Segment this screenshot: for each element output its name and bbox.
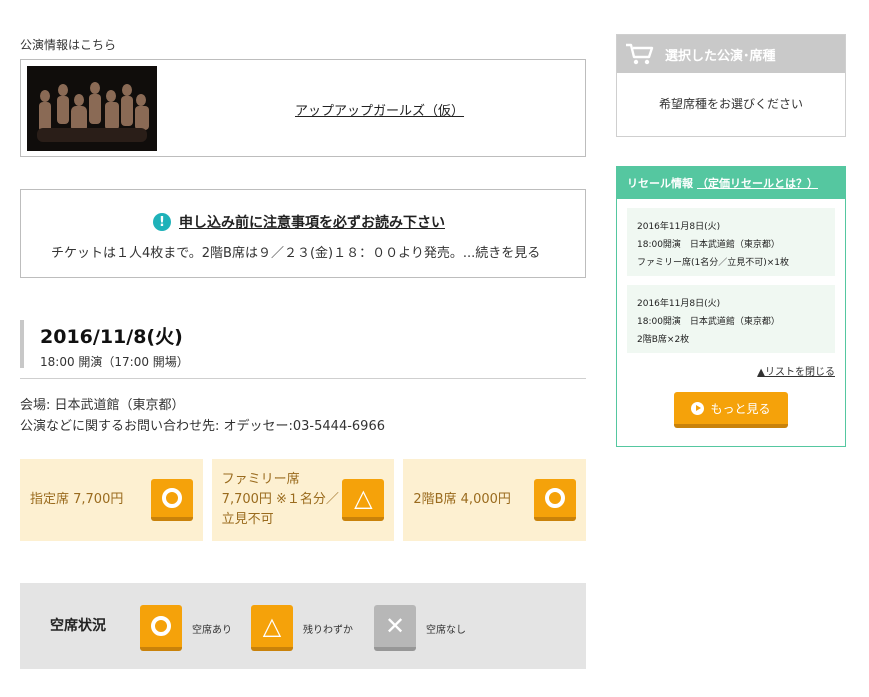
- resale-item[interactable]: 2016年11月8日(火) 18:00開演 日本武道館（東京都） ファミリー席(…: [627, 208, 835, 276]
- notice-header[interactable]: ! 申し込み前に注意事項を必ずお読み下さい: [153, 212, 445, 232]
- resale-item-date: 2016年11月8日(火): [637, 299, 721, 309]
- resale-item-seat: 2階B席×2枚: [637, 335, 690, 345]
- divider: [20, 378, 586, 379]
- legend-sold-out-label: 空席なし: [426, 624, 466, 636]
- notice-title-link[interactable]: 申し込み前に注意事項を必ずお読み下さい: [179, 212, 445, 232]
- legend-few-left-label: 残りわずか: [303, 624, 353, 636]
- exclamation-icon: !: [153, 213, 171, 231]
- resale-item-venue: 18:00開演 日本武道館（東京都）: [637, 240, 780, 250]
- event-time: 18:00 開演（17:00 開場）: [40, 355, 189, 369]
- performer-photo[interactable]: [27, 66, 157, 151]
- seat-status-legend: 空席状況 空席あり △ 残りわずか ✕ 空席なし: [20, 583, 586, 669]
- cart-placeholder: 希望席種をお選びください: [658, 97, 803, 111]
- contact-info: 公演などに関するお問い合わせ先: オデッセー:03-5444-6966: [20, 419, 385, 434]
- cart-title: 選択した公演･席種: [665, 48, 776, 64]
- performance-info-heading: 公演情報はこちら: [20, 38, 117, 52]
- seat-card-reserved[interactable]: 指定席 7,700円: [20, 459, 203, 541]
- event-date-block: 2016/11/8(火) 18:00 開演（17:00 開場）: [20, 320, 586, 369]
- venue-info: 会場: 日本武道館（東京都） 公演などに関するお問い合わせ先: オデッセー:03…: [20, 395, 586, 437]
- close-list-link[interactable]: ▲リストを閉じる: [617, 363, 835, 378]
- triangle-icon: △: [354, 484, 373, 512]
- legend-title: 空席状況: [50, 618, 106, 634]
- selected-seat-box: 選択した公演･席種 希望席種をお選びください: [616, 34, 846, 137]
- cross-icon: ✕: [374, 605, 416, 651]
- sidebar: 選択した公演･席種 希望席種をお選びください リセール情報 （定価リセールとは？…: [616, 34, 846, 447]
- circle-icon: [140, 605, 182, 651]
- notice-text[interactable]: チケットは１人4枚まで。2階B席は９／２３(金)１８：００より発売。...続きを…: [51, 242, 540, 261]
- legend-sold-out: ✕ 空席なし: [374, 605, 466, 651]
- seat-status-button[interactable]: △: [342, 479, 385, 521]
- seat-status-button[interactable]: [150, 479, 193, 521]
- cart-icon: [626, 43, 654, 65]
- resale-title: リセール情報: [627, 177, 693, 190]
- triangle-icon: △: [251, 605, 293, 651]
- seat-card-2f-b[interactable]: 2階B席 4,000円: [403, 459, 587, 541]
- legend-available-label: 空席あり: [192, 624, 232, 636]
- group-photo-image: [27, 66, 157, 151]
- event-date: 2016/11/8(火): [40, 326, 183, 348]
- seat-status-button[interactable]: [534, 479, 577, 521]
- performer-name-link[interactable]: アップアップガールズ（仮）: [295, 100, 464, 119]
- resale-item-seat: ファミリー席(1名分／立見不可)×1枚: [637, 258, 790, 268]
- seat-name: 2階B席 4,000円: [413, 492, 511, 507]
- main-content: 公演情報はこちら アップアップガールズ（仮） ! 申し込み前に注意事項を必ずお読…: [20, 36, 587, 669]
- resale-help-link[interactable]: （定価リセールとは？）: [697, 175, 818, 191]
- seat-card-family[interactable]: ファミリー席 7,700円 ※１名分／立見不可 △: [211, 459, 395, 541]
- performer-card[interactable]: アップアップガールズ（仮）: [20, 59, 586, 157]
- legend-available: 空席あり: [140, 605, 232, 651]
- circle-icon: [161, 488, 182, 508]
- circle-icon: [545, 488, 566, 508]
- venue-name: 会場: 日本武道館（東京都）: [20, 398, 185, 413]
- resale-item-venue: 18:00開演 日本武道館（東京都）: [637, 317, 780, 327]
- more-button-label: もっと見る: [710, 401, 771, 416]
- resale-item[interactable]: 2016年11月8日(火) 18:00開演 日本武道館（東京都） 2階B席×2枚: [627, 285, 835, 353]
- legend-few-left: △ 残りわずか: [251, 605, 353, 651]
- resale-info-box: リセール情報 （定価リセールとは？） 2016年11月8日(火) 18:00開演…: [616, 166, 846, 447]
- resale-header: リセール情報 （定価リセールとは？）: [617, 167, 845, 199]
- play-icon: [691, 401, 705, 415]
- notice-box: ! 申し込み前に注意事項を必ずお読み下さい チケットは１人4枚まで。2階B席は９…: [20, 189, 586, 278]
- more-button[interactable]: もっと見る: [674, 392, 788, 428]
- cart-header: 選択した公演･席種: [617, 35, 845, 73]
- seat-name: 指定席 7,700円: [30, 492, 124, 507]
- resale-item-date: 2016年11月8日(火): [637, 222, 721, 232]
- seat-type-list: 指定席 7,700円 ファミリー席 7,700円 ※１名分／立見不可 △ 2階B…: [20, 459, 587, 541]
- seat-name: ファミリー席 7,700円 ※１名分／立見不可: [221, 472, 339, 527]
